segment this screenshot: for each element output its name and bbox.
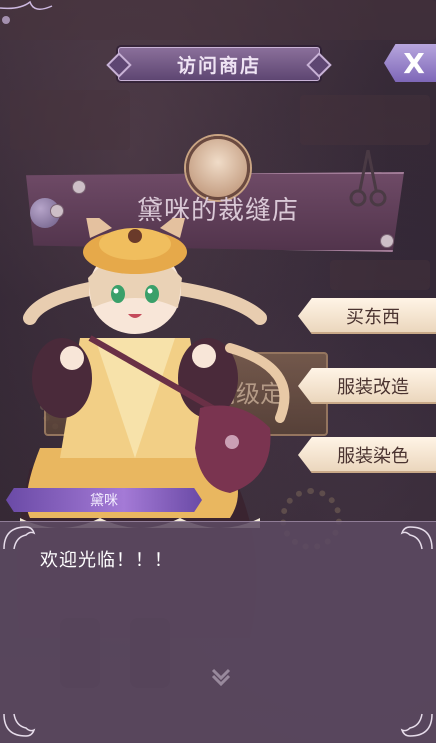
close-icon: X <box>403 46 425 80</box>
shelf <box>0 0 436 40</box>
shelf <box>330 260 430 290</box>
shelf <box>300 95 430 145</box>
shelf <box>10 90 130 150</box>
corner-flourish-icon <box>400 526 433 550</box>
speaker-name-tag: 黛咪 <box>6 488 202 512</box>
speaker-name: 黛咪 <box>90 493 118 509</box>
menu-button-label: 服装改造 <box>337 377 409 398</box>
menu-button-label: 服装染色 <box>337 446 409 467</box>
menu-button-dye[interactable]: 服装染色 <box>298 437 436 473</box>
menu-button-buy[interactable]: 买东西 <box>298 298 436 334</box>
menu-button-modify[interactable]: 服装改造 <box>298 368 436 404</box>
sewing-button-icon <box>380 234 394 248</box>
dialog-text: 欢迎光临！！！ <box>40 550 173 571</box>
page-title: 访问商店 <box>176 54 261 77</box>
page-header: 访问商店 <box>118 47 320 81</box>
chevron-down-icon[interactable] <box>209 664 233 688</box>
corner-ornament-icon <box>0 0 53 24</box>
corner-flourish-icon <box>3 713 36 737</box>
corner-flourish-icon <box>3 526 36 550</box>
corner-flourish-icon <box>400 713 433 737</box>
menu-button-label: 买东西 <box>346 307 400 328</box>
